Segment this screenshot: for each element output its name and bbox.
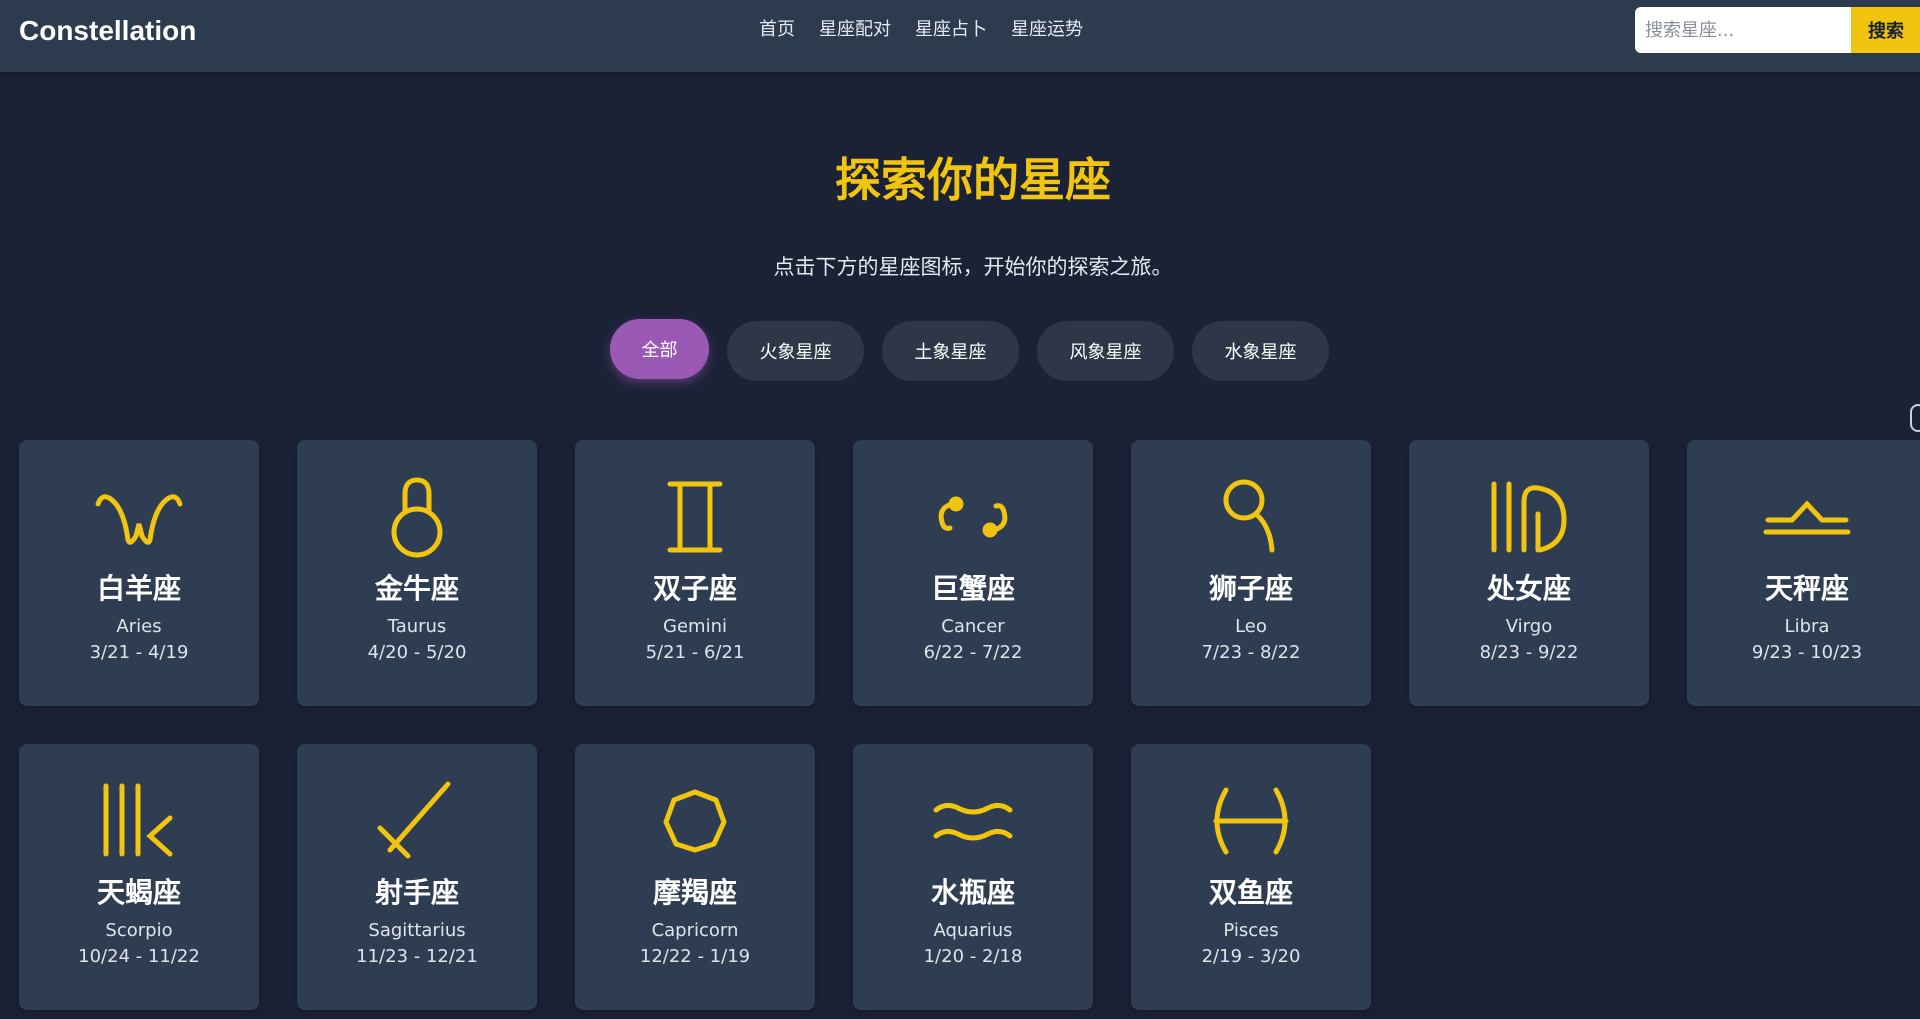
sign-name-cn: 水瓶座 — [930, 876, 1015, 909]
zodiac-card-taurus[interactable]: 金牛座 Taurus 4/20 - 5/20 — [297, 440, 537, 706]
sign-name-en: Libra — [1784, 616, 1830, 637]
sign-name-en: Virgo — [1505, 616, 1553, 637]
aries-icon — [94, 474, 184, 560]
sign-dates: 1/20 - 2/18 — [923, 946, 1023, 967]
sign-name-en: Scorpio — [105, 920, 173, 941]
sign-name-cn: 白羊座 — [96, 572, 181, 605]
scorpio-icon — [94, 778, 184, 864]
zodiac-card-leo[interactable]: 狮子座 Leo 7/23 - 8/22 — [1131, 440, 1371, 706]
nav-matching[interactable]: 星座配对 — [819, 17, 891, 43]
virgo-icon — [1484, 474, 1574, 560]
sign-name-cn: 双鱼座 — [1208, 876, 1293, 909]
sign-name-en: Gemini — [663, 616, 727, 637]
sign-dates: 8/23 - 9/22 — [1479, 642, 1579, 663]
capricorn-icon — [650, 778, 740, 864]
filter-water[interactable]: 水象星座 — [1192, 321, 1329, 381]
main-nav: 首页 星座配对 星座占卜 星座运势 — [759, 17, 1083, 43]
sign-dates: 11/23 - 12/21 — [356, 946, 478, 967]
sign-name-en: Taurus — [387, 616, 447, 637]
aquarius-icon — [928, 778, 1018, 864]
nav-home[interactable]: 首页 — [759, 17, 795, 43]
libra-icon — [1762, 474, 1852, 560]
sign-dates: 7/23 - 8/22 — [1201, 642, 1301, 663]
search-input[interactable] — [1635, 7, 1851, 53]
zodiac-card-pisces[interactable]: 双鱼座 Pisces 2/19 - 3/20 — [1131, 744, 1371, 1010]
page-subtitle: 点击下方的星座图标，开始你的探索之旅。 — [773, 255, 1173, 279]
nav-horoscope[interactable]: 星座运势 — [1011, 17, 1083, 43]
sign-name-cn: 射手座 — [374, 876, 459, 909]
sign-name-cn: 摩羯座 — [652, 876, 737, 909]
sign-name-en: Sagittarius — [368, 920, 466, 941]
pisces-icon — [1206, 778, 1296, 864]
zodiac-card-virgo[interactable]: 处女座 Virgo 8/23 - 9/22 — [1409, 440, 1649, 706]
zodiac-card-sagittarius[interactable]: 射手座 Sagittarius 11/23 - 12/21 — [297, 744, 537, 1010]
page-title: 探索你的星座 — [835, 153, 1111, 207]
sign-dates: 9/23 - 10/23 — [1751, 642, 1863, 663]
filter-air[interactable]: 风象星座 — [1037, 321, 1174, 381]
sign-name-en: Cancer — [941, 616, 1005, 637]
taurus-icon — [372, 474, 462, 560]
sign-dates: 4/20 - 5/20 — [367, 642, 467, 663]
sign-dates: 12/22 - 1/19 — [639, 946, 751, 967]
sign-dates: 3/21 - 4/19 — [89, 642, 189, 663]
zodiac-card-aries[interactable]: 白羊座 Aries 3/21 - 4/19 — [19, 440, 259, 706]
sign-name-cn: 双子座 — [652, 572, 737, 605]
sign-dates: 5/21 - 6/21 — [645, 642, 745, 663]
zodiac-card-aquarius[interactable]: 水瓶座 Aquarius 1/20 - 2/18 — [853, 744, 1093, 1010]
sign-name-en: Aquarius — [933, 920, 1013, 941]
sign-name-cn: 天秤座 — [1764, 572, 1849, 605]
sagittarius-icon — [372, 778, 462, 864]
sign-name-cn: 狮子座 — [1208, 572, 1293, 605]
zodiac-card-capricorn[interactable]: 摩羯座 Capricorn 12/22 - 1/19 — [575, 744, 815, 1010]
brand-logo[interactable]: Constellation — [19, 14, 196, 48]
sign-name-cn: 处女座 — [1486, 572, 1571, 605]
sign-dates: 10/24 - 11/22 — [78, 946, 200, 967]
element-filter-group: 全部 火象星座 土象星座 风象星座 水象星座 — [610, 319, 1329, 381]
zodiac-card-libra[interactable]: 天秤座 Libra 9/23 - 10/23 — [1687, 440, 1920, 706]
cancer-icon — [928, 474, 1018, 560]
sign-name-en: Leo — [1235, 616, 1267, 637]
zodiac-card-gemini[interactable]: 双子座 Gemini 5/21 - 6/21 — [575, 440, 815, 706]
zodiac-card-cancer[interactable]: 巨蟹座 Cancer 6/22 - 7/22 — [853, 440, 1093, 706]
filter-all[interactable]: 全部 — [610, 319, 709, 379]
sign-dates: 6/22 - 7/22 — [923, 642, 1023, 663]
nav-divination[interactable]: 星座占卜 — [915, 17, 987, 43]
top-navbar: Constellation 首页 星座配对 星座占卜 星座运势 搜索 — [0, 0, 1920, 72]
edge-scroll-handle[interactable] — [1910, 404, 1920, 432]
search-bar: 搜索 — [1635, 7, 1920, 53]
sign-name-cn: 天蝎座 — [96, 876, 181, 909]
leo-icon — [1206, 474, 1296, 560]
sign-name-cn: 巨蟹座 — [930, 572, 1015, 605]
sign-name-en: Aries — [116, 616, 162, 637]
sign-name-cn: 金牛座 — [374, 572, 459, 605]
gemini-icon — [650, 474, 740, 560]
filter-fire[interactable]: 火象星座 — [727, 321, 864, 381]
sign-name-en: Pisces — [1223, 920, 1279, 941]
search-button[interactable]: 搜索 — [1851, 7, 1920, 53]
filter-earth[interactable]: 土象星座 — [882, 321, 1019, 381]
sign-dates: 2/19 - 3/20 — [1201, 946, 1301, 967]
zodiac-grid: 白羊座 Aries 3/21 - 4/19 金牛座 Taurus 4/20 - … — [19, 440, 1920, 1010]
zodiac-card-scorpio[interactable]: 天蝎座 Scorpio 10/24 - 11/22 — [19, 744, 259, 1010]
sign-name-en: Capricorn — [651, 920, 739, 941]
